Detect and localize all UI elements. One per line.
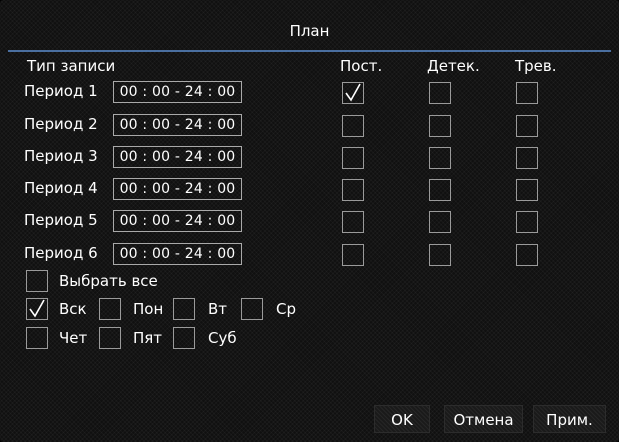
title-divider [8,50,611,52]
schedule-dialog: План Тип записи Пост. Детек. Трев. Перио… [0,0,619,442]
day-checkbox[interactable] [173,327,195,349]
alarm-record-checkbox[interactable] [516,179,538,201]
day-label: Пон [133,300,164,318]
period-label: Период 2 [24,115,98,133]
checkmark-icon [345,83,361,102]
detect-record-checkbox[interactable] [429,211,451,233]
day-checkbox[interactable] [173,298,195,320]
cancel-button[interactable]: Отмена [444,405,523,433]
day-checkbox[interactable] [99,298,121,320]
day-label: Ср [276,300,296,318]
detect-record-checkbox[interactable] [429,244,451,266]
period-time-field[interactable]: 00 : 00 - 24 : 00 [113,243,242,265]
select-all-checkbox[interactable] [26,270,48,292]
apply-button[interactable]: Прим. [533,405,606,433]
period-label: Период 5 [24,211,98,229]
alarm-header: Трев. [515,57,557,75]
detect-header: Детек. [427,57,480,75]
constant-record-checkbox[interactable] [342,147,364,169]
day-checkbox[interactable] [99,327,121,349]
period-label: Период 6 [24,244,98,262]
period-label: Период 3 [24,147,98,165]
constant-record-checkbox[interactable] [342,211,364,233]
day-label: Вск [59,300,87,318]
constant-record-checkbox[interactable] [342,244,364,266]
constant-record-checkbox[interactable] [342,115,364,137]
ok-button[interactable]: OK [374,405,430,433]
day-label: Суб [208,329,237,347]
day-checkbox[interactable] [26,327,48,349]
period-time-field[interactable]: 00 : 00 - 24 : 00 [113,81,242,103]
period-time-field[interactable]: 00 : 00 - 24 : 00 [113,146,242,168]
day-label: Вт [208,300,228,318]
period-label: Период 4 [24,179,98,197]
dialog-title: План [289,22,330,40]
period-label: Период 1 [24,82,98,100]
constant-record-checkbox[interactable] [342,82,364,104]
alarm-record-checkbox[interactable] [516,147,538,169]
period-time-field[interactable]: 00 : 00 - 24 : 00 [113,210,242,232]
detect-record-checkbox[interactable] [429,82,451,104]
detect-record-checkbox[interactable] [429,147,451,169]
checkmark-icon [29,299,45,318]
period-time-field[interactable]: 00 : 00 - 24 : 00 [113,114,242,136]
select-all-label: Выбрать все [59,272,158,290]
alarm-record-checkbox[interactable] [516,82,538,104]
detect-record-checkbox[interactable] [429,115,451,137]
constant-header: Пост. [340,57,383,75]
constant-record-checkbox[interactable] [342,179,364,201]
period-time-field[interactable]: 00 : 00 - 24 : 00 [113,178,242,200]
detect-record-checkbox[interactable] [429,179,451,201]
day-label: Пят [133,329,163,347]
alarm-record-checkbox[interactable] [516,244,538,266]
day-checkbox[interactable] [241,298,263,320]
day-checkbox[interactable] [26,298,48,320]
alarm-record-checkbox[interactable] [516,115,538,137]
record-type-header: Тип записи [27,57,116,75]
day-label: Чет [59,329,88,347]
alarm-record-checkbox[interactable] [516,211,538,233]
